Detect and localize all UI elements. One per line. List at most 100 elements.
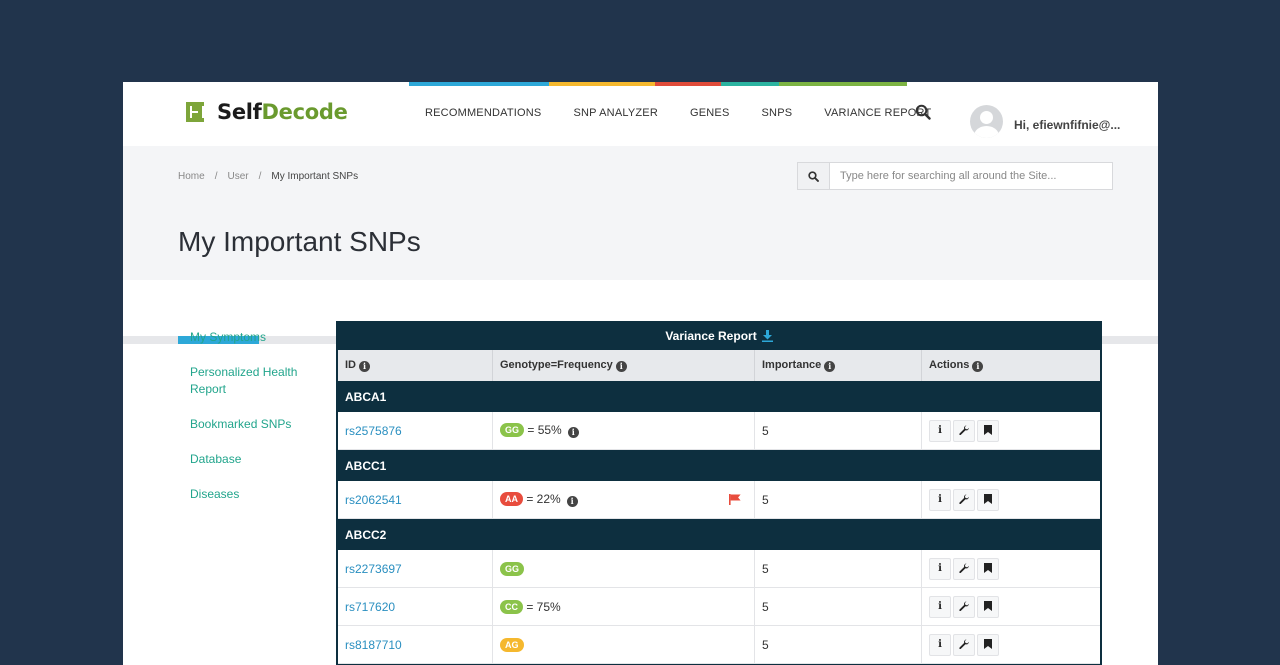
genotype-cell: GG xyxy=(493,550,755,588)
search-icon[interactable] xyxy=(915,104,931,120)
site-search-input[interactable] xyxy=(830,163,1112,189)
breadcrumb-home[interactable]: Home xyxy=(178,171,205,182)
sidebar-item-personalized-health-report[interactable]: Personalized Health Report xyxy=(190,364,320,398)
snp-id-cell: rs2273697 xyxy=(338,550,493,588)
actions-cell: i xyxy=(922,412,1100,450)
info-icon[interactable]: i xyxy=(566,496,578,507)
info-icon[interactable]: i xyxy=(824,361,836,372)
sidebar-item-bookmarked-snps[interactable]: Bookmarked SNPs xyxy=(190,416,320,433)
importance-cell: 5 xyxy=(755,588,922,626)
info-icon[interactable]: i xyxy=(359,361,370,372)
snp-id-cell: rs717620 xyxy=(338,588,493,626)
snp-table: ID i Genotype=Frequency i Importance i Acti… xyxy=(338,350,1100,664)
snp-link[interactable]: rs2062541 xyxy=(345,493,402,507)
snp-id-cell: rs2062541 xyxy=(338,481,493,519)
snp-bookmark-button[interactable] xyxy=(977,557,999,580)
column-header-importance[interactable]: Importance i xyxy=(755,350,922,381)
snp-bookmark-button[interactable] xyxy=(977,595,999,618)
table-header-row: ID i Genotype=Frequency i Importance i Acti… xyxy=(338,350,1100,381)
genotype-cell: AG xyxy=(493,626,755,664)
breadcrumb-current: My Important SNPs xyxy=(271,171,359,182)
report-title: Variance Report xyxy=(336,321,1102,350)
genotype-badge: AA xyxy=(500,492,523,506)
snp-info-button[interactable]: i xyxy=(929,633,951,656)
download-icon[interactable] xyxy=(761,329,773,342)
top-color-bar xyxy=(409,82,907,86)
snp-info-button[interactable]: i xyxy=(929,595,951,618)
snp-tools-button[interactable] xyxy=(953,419,975,442)
snp-bookmark-button[interactable] xyxy=(977,633,999,656)
gene-group-row: ABCC2 xyxy=(338,519,1100,550)
info-icon[interactable]: i xyxy=(972,361,984,372)
report-title-text: Variance Report xyxy=(665,328,757,343)
snp-bookmark-button[interactable] xyxy=(977,488,999,511)
gene-name: ABCC1 xyxy=(338,450,1100,481)
snp-link[interactable]: rs2575876 xyxy=(345,424,402,438)
brand-name-self: Self xyxy=(217,100,262,124)
snp-link[interactable]: rs8187710 xyxy=(345,638,402,652)
snp-tools-button[interactable] xyxy=(953,488,975,511)
page-title: My Important SNPs xyxy=(178,226,421,257)
gene-group-row: ABCC1 xyxy=(338,450,1100,481)
user-greeting[interactable]: Hi, efiewnfifnie@... xyxy=(1014,118,1120,132)
genotype-cell: AA = 22% i xyxy=(493,481,755,519)
wrench-icon xyxy=(959,425,969,436)
sidebar-item-database[interactable]: Database xyxy=(190,451,320,468)
column-header-id[interactable]: ID i xyxy=(338,350,493,381)
gene-name: ABCA1 xyxy=(338,381,1100,412)
bookmark-icon xyxy=(984,424,992,436)
nav-snp-analyzer[interactable]: SNP ANALYZER xyxy=(573,107,658,119)
wrench-icon xyxy=(959,639,969,650)
breadcrumb-user[interactable]: User xyxy=(227,171,248,182)
snp-bookmark-button[interactable] xyxy=(977,419,999,442)
gene-name: ABCC2 xyxy=(338,519,1100,550)
info-icon: i xyxy=(938,562,942,574)
importance-cell: 5 xyxy=(755,481,922,519)
actions-cell: i xyxy=(922,626,1100,664)
page-header-area: Home / User / My Important SNPs My Impor… xyxy=(123,146,1158,344)
info-icon[interactable]: i xyxy=(567,427,579,438)
snp-info-button[interactable]: i xyxy=(929,419,951,442)
nav-snps[interactable]: SNPS xyxy=(762,107,793,119)
actions-cell: i xyxy=(922,550,1100,588)
breadcrumb-separator: / xyxy=(214,171,218,182)
bookmark-icon xyxy=(984,638,992,650)
genotype-cell: CC = 75% xyxy=(493,588,755,626)
search-icon xyxy=(808,170,819,182)
brand-logo[interactable]: SelfDecode xyxy=(186,100,348,124)
brand-name-decode: Decode xyxy=(261,100,348,124)
info-icon[interactable]: i xyxy=(615,361,627,372)
genotype-cell: GG = 55% i xyxy=(493,412,755,450)
site-header: SelfDecode RECOMMENDATIONS SNP ANALYZER … xyxy=(123,82,1158,146)
snp-link[interactable]: rs2273697 xyxy=(345,562,402,576)
site-search-button[interactable] xyxy=(798,163,830,189)
genotype-frequency: = 22% xyxy=(526,492,561,506)
dna-logo-icon xyxy=(186,102,204,122)
wrench-icon xyxy=(959,601,969,612)
sidebar-item-my-symptoms[interactable]: My Symptoms xyxy=(190,329,320,346)
actions-cell: i xyxy=(922,481,1100,519)
snp-id-cell: rs2575876 xyxy=(338,412,493,450)
column-header-genotype[interactable]: Genotype=Frequency i xyxy=(493,350,755,381)
info-icon: i xyxy=(938,424,942,436)
nav-recommendations[interactable]: RECOMMENDATIONS xyxy=(425,107,541,119)
info-icon: i xyxy=(938,638,942,650)
nav-genes[interactable]: GENES xyxy=(690,107,730,119)
genotype-badge: GG xyxy=(500,423,525,437)
importance-cell: 5 xyxy=(755,626,922,664)
snp-tools-button[interactable] xyxy=(953,557,975,580)
user-avatar[interactable] xyxy=(970,105,1003,138)
snp-link[interactable]: rs717620 xyxy=(345,600,395,614)
app-frame: SelfDecode RECOMMENDATIONS SNP ANALYZER … xyxy=(123,82,1158,665)
site-search xyxy=(797,162,1113,190)
snp-tools-button[interactable] xyxy=(953,633,975,656)
table-row: rs2273697 GG 5 i xyxy=(338,550,1100,588)
wrench-icon xyxy=(959,563,969,574)
genotype-frequency: = 75% xyxy=(526,599,561,614)
snp-info-button[interactable]: i xyxy=(929,488,951,511)
genotype-frequency: = 55% xyxy=(527,423,562,437)
sidebar-nav: My Symptoms Personalized Health Report B… xyxy=(190,329,320,521)
sidebar-item-diseases[interactable]: Diseases xyxy=(190,486,320,503)
snp-info-button[interactable]: i xyxy=(929,557,951,580)
snp-tools-button[interactable] xyxy=(953,595,975,618)
